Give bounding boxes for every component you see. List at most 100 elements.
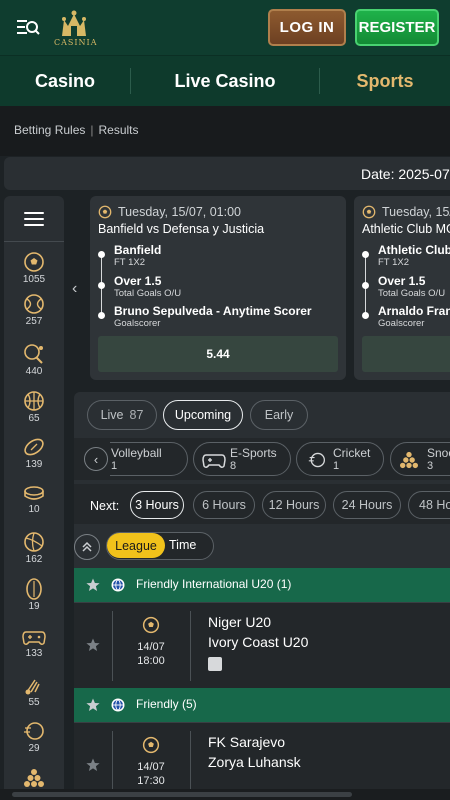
selection-market: Goalscorer — [378, 318, 425, 329]
live-count: 87 — [129, 408, 144, 422]
card-datetime: Tuesday, 15/07, 01:00 — [118, 205, 242, 219]
card-event-title: Athletic Club MG — [362, 222, 450, 236]
sidebar-count: 19 — [28, 601, 40, 612]
rugby-ball-icon — [26, 578, 42, 600]
sidebar-item-rugby[interactable]: 19 — [4, 578, 64, 612]
breadcrumb: Betting Rules | Results — [14, 123, 139, 137]
selection-dot — [98, 282, 105, 289]
time-option-48h[interactable]: 48 Ho — [408, 491, 450, 519]
time-option-24h[interactable]: 24 Hours — [333, 491, 401, 519]
cricket-icon — [308, 452, 326, 468]
selection-market: Goalscorer — [114, 318, 161, 329]
sidebar-item-cricket[interactable]: 29 — [4, 720, 64, 754]
globe-icon — [111, 578, 125, 592]
sidebar-divider — [4, 241, 64, 242]
star-icon[interactable] — [86, 578, 100, 592]
sort-toggle[interactable]: League Time — [106, 532, 214, 560]
sidebar-item-snooker[interactable] — [4, 768, 64, 788]
sport-pill-volleyball[interactable]: Volleyball 1 — [110, 442, 188, 476]
time-option-6h[interactable]: 6 Hours — [193, 491, 255, 519]
sidebar-count: 29 — [28, 743, 40, 754]
scrollbar-thumb[interactable] — [12, 792, 352, 797]
soccer-ball-icon — [142, 616, 160, 634]
horizontal-scrollbar[interactable] — [0, 789, 450, 800]
star-icon[interactable] — [86, 638, 100, 652]
selection-name: Bruno Sepulveda - Anytime Scorer — [114, 304, 312, 318]
card-datetime: Tuesday, 15/0 — [382, 205, 450, 219]
carousel-prev-arrow[interactable]: ‹ — [72, 280, 77, 298]
sort-league-option[interactable]: League — [107, 533, 165, 558]
time-option-12h[interactable]: 12 Hours — [262, 491, 326, 519]
away-team: Zorya Luhansk — [208, 754, 301, 770]
sport-pill-esports[interactable]: E-Sports 8 — [193, 442, 291, 476]
soccer-ball-icon — [98, 205, 112, 219]
next-label: Next: — [90, 499, 120, 513]
stats-icon[interactable] — [208, 657, 222, 671]
bet-builder-card[interactable]: Tuesday, 15/0 Athletic Club MG Athletic … — [354, 196, 450, 380]
table-tennis-icon — [24, 344, 43, 364]
match-date: 14/07 — [137, 761, 165, 773]
league-header[interactable]: Friendly International U20 (1) — [74, 568, 450, 602]
betting-rules-link[interactable]: Betting Rules — [14, 123, 85, 137]
double-chevron-up-icon — [82, 541, 92, 552]
badminton-icon — [25, 679, 40, 695]
results-link[interactable]: Results — [99, 123, 139, 137]
star-icon[interactable] — [86, 698, 100, 712]
register-button[interactable]: REGISTER — [355, 9, 439, 46]
card-event-title: Banfield vs Defensa y Justicia — [98, 222, 265, 236]
menu-search-icon[interactable] — [16, 17, 40, 39]
odds-button[interactable] — [362, 336, 450, 372]
sport-name: Snoo — [427, 446, 450, 460]
home-team: FK Sarajevo — [208, 734, 286, 750]
tab-casino[interactable]: Casino — [0, 56, 130, 106]
star-icon[interactable] — [86, 758, 100, 772]
sports-pill-track: Volleyball 1 E-Sports 8 Cricket 1 Snoo 3 — [110, 442, 450, 476]
sidebar-item-esports[interactable]: 133 — [4, 627, 64, 659]
sports-scroll-left-button[interactable]: ‹ — [84, 447, 108, 471]
sidebar-item-ice-hockey[interactable]: 10 — [4, 485, 64, 515]
selection-market: Total Goals O/U — [378, 288, 446, 299]
sidebar-item-table-tennis[interactable]: 440 — [4, 343, 64, 377]
sidebar-item-soccer[interactable]: 1055 — [4, 251, 64, 285]
league-header[interactable]: Friendly (5) — [74, 688, 450, 722]
selection-name: Banfield — [114, 243, 162, 257]
sidebar-count: 55 — [28, 697, 40, 708]
american-football-icon — [24, 438, 44, 456]
sport-pill-snooker[interactable]: Snoo 3 — [390, 442, 450, 476]
card-selection: Arnaldo Fran Goalscorer — [378, 304, 450, 329]
match-row[interactable]: 14/07 18:00 Niger U20 Ivory Coast U20 — [74, 602, 450, 688]
sidebar-count: 10 — [28, 504, 40, 515]
logo-text: CASINIA — [54, 38, 98, 47]
sports-sidebar: 1055 257 440 65 139 10 162 19 133 55 29 — [4, 196, 64, 800]
tab-sports[interactable]: Sports — [320, 56, 450, 106]
date-bar: Date: 2025-07-1 — [4, 157, 450, 190]
sidebar-item-american-football[interactable]: 139 — [4, 436, 64, 470]
live-filter-pill[interactable]: Live 87 — [87, 400, 157, 430]
sidebar-item-badminton[interactable]: 55 — [4, 674, 64, 708]
upcoming-filter-pill[interactable]: Upcoming — [163, 400, 243, 430]
casinia-logo[interactable]: CASINIA — [54, 8, 98, 50]
match-divider — [112, 611, 113, 681]
time-option-3h[interactable]: 3 Hours — [130, 491, 184, 519]
live-label: Live — [100, 408, 124, 422]
login-button[interactable]: LOG IN — [268, 9, 346, 46]
tab-live-casino[interactable]: Live Casino — [131, 56, 319, 106]
card-selection: Bruno Sepulveda - Anytime Scorer Goalscor… — [114, 304, 312, 329]
collapse-all-button[interactable] — [74, 534, 100, 560]
selection-dot — [362, 312, 369, 319]
sidebar-item-volleyball[interactable]: 162 — [4, 531, 64, 565]
early-filter-pill[interactable]: Early — [250, 400, 308, 430]
sort-time-option[interactable]: Time — [169, 538, 196, 552]
globe-icon — [111, 698, 125, 712]
bet-builder-card[interactable]: Tuesday, 15/07, 01:00 Banfield vs Defens… — [90, 196, 346, 380]
esports-controller-icon — [22, 631, 46, 646]
sidebar-menu-icon[interactable] — [24, 212, 44, 226]
sidebar-item-basketball[interactable]: 65 — [4, 390, 64, 424]
sidebar-count: 440 — [25, 366, 43, 377]
sport-pill-cricket[interactable]: Cricket 1 — [296, 442, 384, 476]
breadcrumb-separator: | — [90, 123, 94, 137]
odds-button[interactable]: 5.44 — [98, 336, 338, 372]
sidebar-count: 65 — [28, 413, 40, 424]
sidebar-item-tennis[interactable]: 257 — [4, 293, 64, 327]
home-team: Niger U20 — [208, 614, 272, 630]
